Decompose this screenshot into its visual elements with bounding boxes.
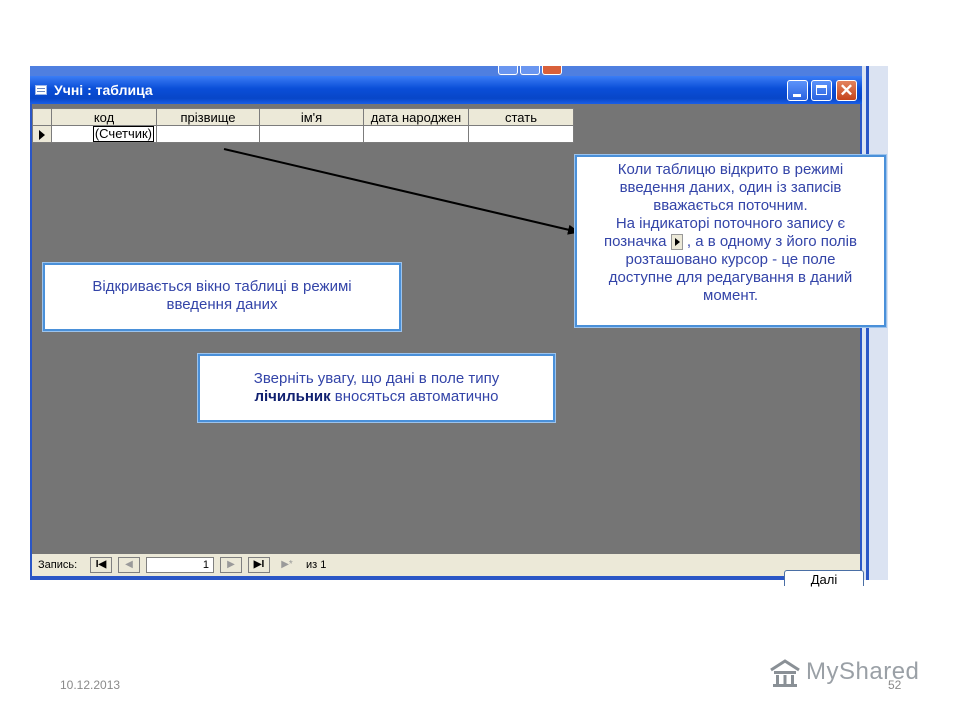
- window-bottom-border: [30, 576, 862, 580]
- background-window-titlebar: [30, 66, 888, 76]
- column-header[interactable]: ім'я: [259, 108, 364, 126]
- background-maximize-button[interactable]: [520, 66, 540, 75]
- callout-line: введення даних: [166, 296, 278, 313]
- data-entry-mode-callout: Відкривається вікно таблиці в режимі вве…: [43, 263, 401, 331]
- myshared-logo-icon: [770, 659, 800, 687]
- header-row: код прізвище ім'я дата народжен стать: [32, 108, 574, 126]
- last-record-button[interactable]: ▶I: [248, 557, 270, 573]
- callout-text: позначка: [603, 233, 667, 250]
- callout-line: вважається поточним.: [653, 197, 808, 214]
- close-icon: ✕: [839, 81, 854, 100]
- record-count: из 1: [306, 559, 327, 571]
- column-header[interactable]: стать: [468, 108, 574, 126]
- close-button[interactable]: ✕: [836, 80, 857, 101]
- background-close-button[interactable]: [542, 66, 562, 75]
- column-header[interactable]: код: [51, 108, 157, 126]
- previous-record-button[interactable]: ◀: [118, 557, 140, 573]
- callout-line: позначка , а в одному з його полів: [577, 233, 884, 251]
- window-titlebar[interactable]: Учні : таблица ✕: [30, 76, 862, 104]
- first-record-button[interactable]: I◀: [90, 557, 112, 573]
- counter-value: (Счетчик): [92, 126, 154, 142]
- maximize-icon: [816, 85, 827, 95]
- maximize-button[interactable]: [811, 80, 832, 101]
- current-record-arrow-icon: [39, 130, 45, 141]
- slide-date: 10.12.2013: [60, 678, 121, 692]
- callout-bold-text: лічильник: [254, 388, 331, 405]
- record-number-input[interactable]: 1: [146, 557, 214, 573]
- callout-text: , а в одному з його полів: [686, 233, 857, 250]
- slide-number: 52: [888, 678, 902, 692]
- table-cell[interactable]: [468, 125, 574, 143]
- datasheet-grid: код прізвище ім'я дата народжен стать (С…: [32, 108, 574, 143]
- record-label: Запись:: [38, 559, 78, 571]
- table-cell[interactable]: [156, 125, 260, 143]
- new-record-button[interactable]: ▶*: [276, 557, 298, 573]
- minimize-button[interactable]: [787, 80, 808, 101]
- next-record-button[interactable]: ▶: [220, 557, 242, 573]
- table-row: (Счетчик): [32, 125, 574, 143]
- counter-field-callout: Зверніть увагу, що дані в поле типу лічи…: [198, 354, 555, 422]
- next-button[interactable]: Далі: [784, 570, 864, 587]
- record-indicator-icon: [670, 234, 683, 251]
- record-selector[interactable]: [32, 125, 52, 143]
- callout-line: лічильник вносяться автоматично: [200, 388, 553, 406]
- column-header[interactable]: дата народжен: [363, 108, 469, 126]
- table-cell[interactable]: [259, 125, 364, 143]
- minimize-icon: [793, 94, 801, 97]
- callout-line: На індикаторі поточного запису є: [615, 215, 846, 232]
- callout-text: вносяться автоматично: [330, 388, 499, 405]
- callout-line: Зверніть увагу, що дані в поле типу: [253, 370, 500, 387]
- table-cell[interactable]: [363, 125, 469, 143]
- callout-line: розташовано курсор - це поле: [625, 251, 836, 268]
- callout-line: доступне для редагування в даний: [608, 269, 853, 286]
- callout-line: Відкривається вікно таблиці в режимі: [92, 278, 352, 295]
- callout-line: Коли таблицю відкрито в режимі: [617, 161, 844, 178]
- table-window-icon: [35, 85, 47, 95]
- column-header[interactable]: прізвище: [156, 108, 260, 126]
- window-title: Учні : таблица: [54, 82, 153, 98]
- current-record-callout: Коли таблицю відкрито в режимі введення …: [575, 155, 886, 327]
- callout-line: момент.: [703, 287, 758, 304]
- table-cell-counter[interactable]: (Счетчик): [51, 125, 157, 143]
- callout-line: введення даних, один із записів: [619, 179, 842, 196]
- logo-text: MyShared: [806, 658, 920, 685]
- record-navigation-bar: Запись: I◀ ◀ 1 ▶ ▶I ▶* из 1: [32, 554, 860, 576]
- background-minimize-button[interactable]: [498, 66, 518, 75]
- select-all-corner[interactable]: [32, 108, 52, 126]
